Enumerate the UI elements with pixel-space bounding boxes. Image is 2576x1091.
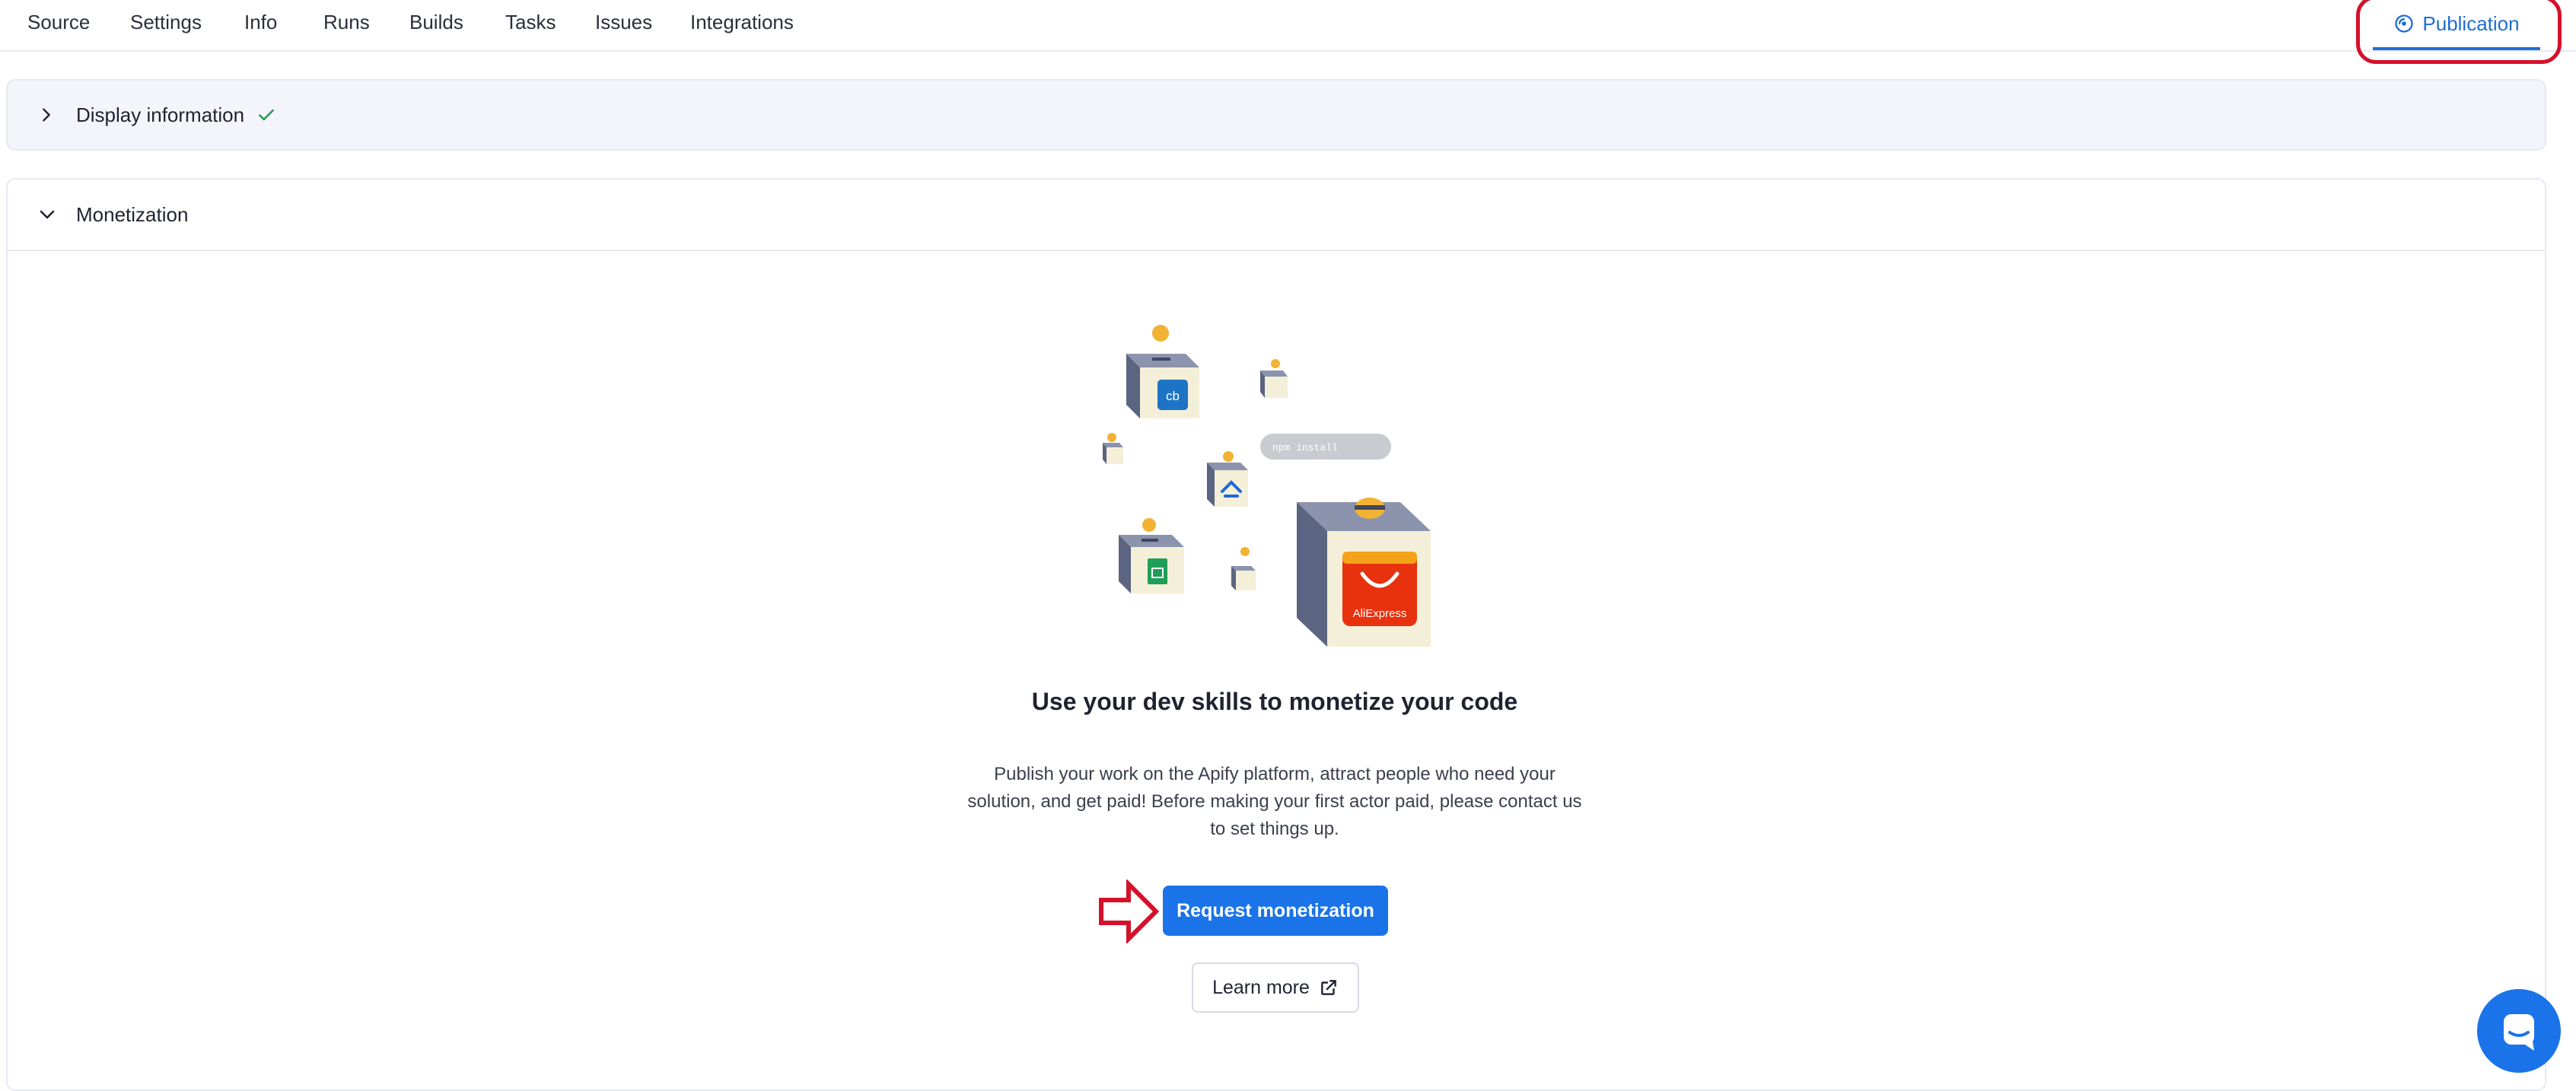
box-cb: cb	[1126, 354, 1199, 418]
tab-issues[interactable]: Issues	[595, 0, 652, 44]
chevron-right-icon	[38, 107, 75, 123]
svg-text:cb: cb	[1166, 389, 1180, 403]
box-aliexpress: AliExpress	[1297, 498, 1431, 647]
svg-text:AliExpress: AliExpress	[1353, 607, 1407, 620]
tab-runs[interactable]: Runs	[323, 0, 370, 44]
tab-info[interactable]: Info	[244, 0, 277, 44]
monetization-headline: Use your dev skills to monetize your cod…	[1031, 688, 1518, 715]
check-icon	[256, 105, 276, 125]
pointer-arrow-annotation	[1099, 879, 1159, 943]
publication-icon	[2393, 13, 2415, 34]
tab-publication[interactable]: Publication	[2373, 0, 2540, 50]
tab-settings[interactable]: Settings	[130, 0, 202, 44]
display-information-header[interactable]: Display information	[6, 79, 2546, 151]
tab-source[interactable]: Source	[27, 0, 90, 44]
monetization-illustration: cb npm install AliExpress	[1103, 325, 1431, 647]
tab-publication-label: Publication	[2422, 11, 2520, 35]
tab-builds[interactable]: Builds	[409, 0, 463, 44]
external-link-icon	[1319, 978, 1339, 997]
request-monetization-button[interactable]: Request monetization	[1163, 886, 1388, 936]
tab-bar: Source Settings Info Runs Builds Tasks I…	[0, 0, 2576, 52]
tab-integrations[interactable]: Integrations	[690, 0, 794, 44]
learn-more-button[interactable]: Learn more	[1192, 962, 1359, 1013]
npm-install-pill: npm install	[1260, 434, 1391, 460]
chevron-down-icon	[38, 205, 75, 224]
tab-tasks[interactable]: Tasks	[505, 0, 556, 44]
display-information-title: Display information	[76, 103, 245, 126]
monetization-title: Monetization	[76, 202, 189, 226]
monetization-description: Publish your work on the Apify platform,…	[967, 764, 1582, 839]
monetization-header[interactable]: Monetization	[8, 180, 2545, 251]
svg-text:npm install: npm install	[1272, 442, 1338, 453]
learn-more-label: Learn more	[1212, 976, 1310, 998]
chat-launcher-button[interactable]	[2477, 989, 2561, 1073]
chat-icon	[2498, 1010, 2540, 1052]
